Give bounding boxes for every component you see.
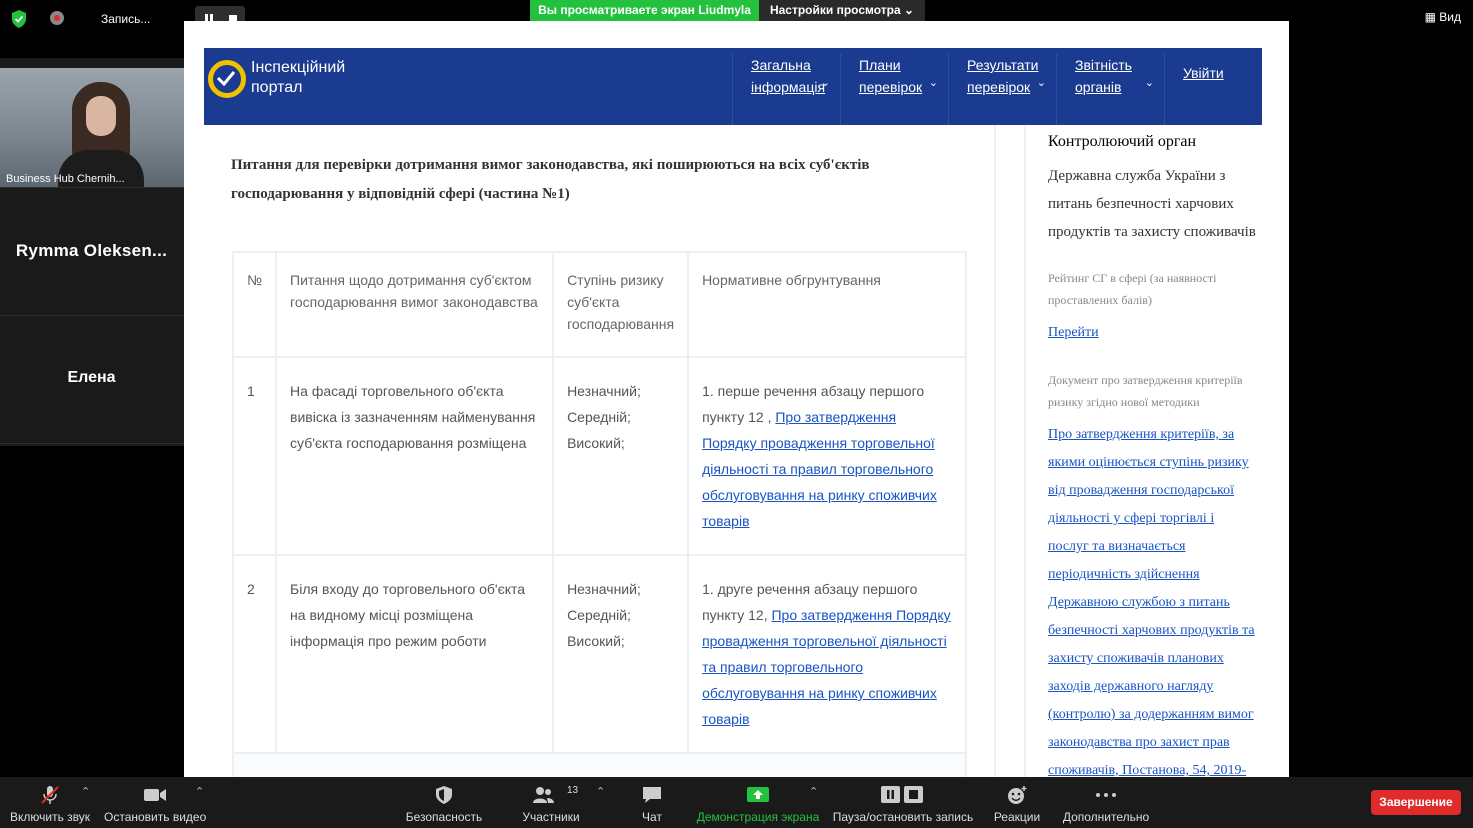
requirements-table: № Питання щодо дотримання суб'єктом госп… xyxy=(231,251,967,754)
table-continuation xyxy=(232,754,967,777)
document-link[interactable]: Про затвердження критеріїв, за якими оці… xyxy=(1048,421,1258,777)
more-button[interactable]: Дополнительно xyxy=(1058,777,1154,828)
table-row: 1 На фасаді торговельного об'єкта вивіск… xyxy=(231,356,967,556)
nav-label: Загальна інформація xyxy=(751,57,826,95)
chevron-up-icon[interactable]: ⌃ xyxy=(195,785,204,798)
chat-button[interactable]: Чат xyxy=(626,777,678,828)
share-screen-icon xyxy=(747,787,769,802)
row-basis: 1. друге речення абзацу першого пункту 1… xyxy=(687,554,967,754)
stop-video-label: Остановить видео xyxy=(104,810,207,824)
recording-icon xyxy=(50,11,64,25)
nav-label: Звітність органів xyxy=(1075,57,1132,95)
row-question: На фасаді торговельного об'єкта вивіска … xyxy=(275,356,555,556)
reactions-button[interactable]: Реакции xyxy=(988,777,1046,828)
participant-tile[interactable]: Rymma Oleksen... xyxy=(0,188,206,316)
meeting-toolbar: Включить звук ⌃ Остановить видео ⌃ Безоп… xyxy=(0,777,1473,828)
row-risk: Незначний; Середній; Високий; xyxy=(552,554,690,754)
nav-label: Плани перевірок xyxy=(859,57,923,95)
participants-count: 13 xyxy=(567,785,579,796)
row-question: Біля входу до торговельного об'єкта на в… xyxy=(275,554,555,754)
unmute-label: Включить звук xyxy=(9,810,91,824)
portal-logo-text: Інспекційний портал xyxy=(251,59,346,96)
portal-header: Інспекційний портал Загальна інформація … xyxy=(204,48,1262,125)
view-button[interactable]: ▦ Вид xyxy=(1425,10,1461,24)
nav-label: Результати перевірок xyxy=(967,57,1039,95)
security-label: Безопасность xyxy=(405,810,483,824)
authority-value: Державна служба України з питань безпечн… xyxy=(1048,168,1256,240)
recording-label: Запись... xyxy=(101,12,151,26)
row-number: 1 xyxy=(231,356,278,556)
participants-panel: Business Hub Chernih... Rymma Oleksen...… xyxy=(0,58,206,446)
column-header: Нормативне обгрунтування xyxy=(687,251,967,358)
basis-link[interactable]: Про затвердження Порядку провадження тор… xyxy=(702,607,951,727)
divider xyxy=(994,125,996,777)
participant-tile[interactable]: Елена xyxy=(0,316,206,444)
security-button[interactable]: Безопасность xyxy=(404,777,484,828)
column-header: Ступінь ризику суб'єкта господарювання xyxy=(552,251,690,358)
reactions-label: Реакции xyxy=(993,810,1041,824)
participants-label: Участники xyxy=(522,810,580,824)
end-meeting-button[interactable]: Завершение xyxy=(1371,790,1461,815)
microphone-muted-icon xyxy=(41,786,59,804)
view-button-label: Вид xyxy=(1439,10,1461,24)
chevron-up-icon[interactable]: ⌃ xyxy=(809,785,818,798)
pause-stop-recording-label: Пауза/остановить запись xyxy=(832,810,974,824)
security-shield-icon[interactable] xyxy=(10,9,28,29)
chevron-up-icon[interactable]: ⌃ xyxy=(81,785,90,798)
authority-label: Контролюючий орган xyxy=(1048,133,1197,150)
chat-label: Чат xyxy=(642,810,662,824)
video-camera-icon xyxy=(144,789,166,801)
rating-label: Рейтинг СГ в сфері (за наявності простав… xyxy=(1048,271,1217,307)
pause-stop-icon xyxy=(881,786,923,803)
table-row: 2 Біля входу до торговельного об'єкта на… xyxy=(231,554,967,754)
nav-general-info[interactable]: Загальна інформація ⌄ xyxy=(732,54,840,125)
share-screen-button[interactable]: Демонстрация экрана xyxy=(696,777,820,828)
shared-screen: Інспекційний портал Загальна інформація … xyxy=(184,21,1289,777)
chat-icon xyxy=(643,787,661,803)
document-label: Документ про затвердження критеріїв ризи… xyxy=(1048,373,1243,409)
row-basis: 1. перше речення абзацу першого пункту 1… xyxy=(687,356,967,556)
chevron-up-icon[interactable]: ⌃ xyxy=(596,785,605,798)
column-header: Питання щодо дотримання суб'єктом господ… xyxy=(275,251,555,358)
pause-stop-recording-button[interactable]: Пауза/остановить запись xyxy=(832,777,974,828)
participant-video xyxy=(58,82,144,187)
stop-video-button[interactable]: Остановить видео xyxy=(104,777,206,828)
chevron-down-icon: ⌄ xyxy=(928,77,938,89)
divider xyxy=(1024,125,1026,777)
rating-link[interactable]: Перейти xyxy=(1048,319,1258,347)
login-link[interactable]: Увійти xyxy=(1164,54,1262,125)
participant-name: Елена xyxy=(67,369,116,386)
more-dots-icon xyxy=(1096,793,1116,797)
nav-agency-reports[interactable]: Звітність органів ⌄ xyxy=(1056,54,1164,125)
view-settings-button[interactable]: Настройки просмотра ⌄ xyxy=(759,0,925,21)
check-icon xyxy=(216,71,236,86)
nav-inspection-plans[interactable]: Плани перевірок ⌄ xyxy=(840,54,948,125)
chevron-down-icon: ⌄ xyxy=(820,77,830,89)
page-title: Питання для перевірки дотримання вимог з… xyxy=(231,157,870,202)
share-banner: Вы просматриваете экран Liudmyla xyxy=(530,0,759,21)
participants-button[interactable]: 13 Участники xyxy=(516,777,586,828)
participants-icon xyxy=(533,787,554,803)
column-header: № xyxy=(231,251,278,358)
nav-inspection-results[interactable]: Результати перевірок ⌄ xyxy=(948,54,1056,125)
security-shield-icon xyxy=(436,786,452,804)
grid-icon: ▦ xyxy=(1424,10,1440,24)
reaction-smiley-icon xyxy=(1008,786,1027,804)
table-header-row: № Питання щодо дотримання суб'єктом госп… xyxy=(231,251,967,358)
basis-link[interactable]: Про затвердження Порядку провадження тор… xyxy=(702,409,937,529)
row-number: 2 xyxy=(231,554,278,754)
zoom-window: Запись... Вы просматриваете экран Liudmy… xyxy=(0,0,1473,828)
row-risk: Незначний; Середній; Високий; xyxy=(552,356,690,556)
participant-video-tile[interactable]: Business Hub Chernih... xyxy=(0,68,199,188)
chevron-down-icon: ⌄ xyxy=(1144,77,1154,89)
share-screen-label: Демонстрация экрана xyxy=(696,810,820,824)
participant-name: Business Hub Chernih... xyxy=(6,173,125,185)
participant-name: Rymma Oleksen... xyxy=(15,241,168,260)
more-label: Дополнительно xyxy=(1062,810,1150,824)
chevron-down-icon: ⌄ xyxy=(1036,77,1046,89)
